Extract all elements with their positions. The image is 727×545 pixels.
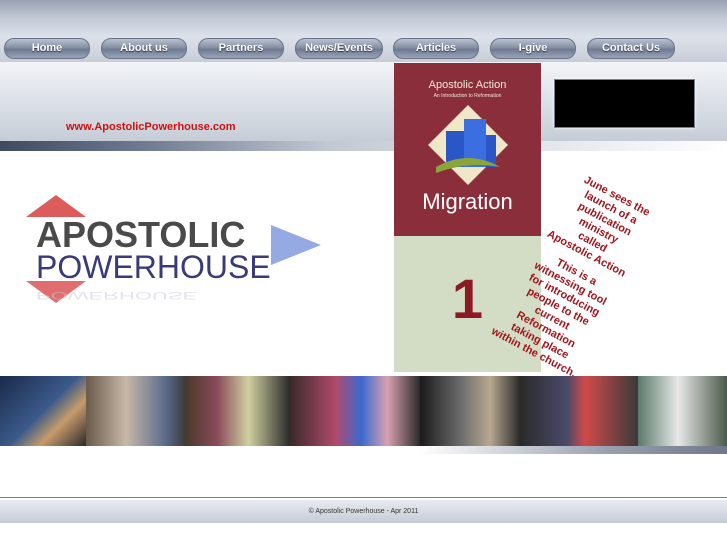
photo-strip bbox=[0, 376, 727, 446]
book-cover[interactable]: Apostolic Action An Introduction to Refo… bbox=[394, 63, 541, 236]
nav-partners-button[interactable]: Partners bbox=[198, 38, 284, 59]
photo-choir bbox=[186, 376, 290, 446]
photo-pulpit bbox=[520, 376, 638, 446]
book-big-word: Migration bbox=[422, 189, 513, 214]
nav-home-button[interactable]: Home bbox=[4, 38, 90, 59]
bottom-margin bbox=[0, 523, 727, 545]
main-nav: Home About us Partners News/Events Artic… bbox=[4, 38, 724, 59]
photo-stage bbox=[290, 376, 420, 446]
apostolic-powerhouse-logo: APOSTOLIC POWERHOUSE POWERHOUSE bbox=[26, 195, 321, 303]
building-icon bbox=[428, 105, 508, 185]
photo-preacher bbox=[0, 376, 86, 446]
photo-audience bbox=[420, 376, 520, 446]
strip-divider bbox=[420, 446, 727, 454]
header-divider bbox=[0, 141, 727, 151]
site-url-link[interactable]: www.ApostolicPowerhouse.com bbox=[66, 121, 236, 133]
logo-line2: POWERHOUSE bbox=[36, 249, 271, 285]
nav-news-button[interactable]: News/Events bbox=[295, 38, 383, 59]
book-title: Apostolic Action bbox=[428, 79, 507, 91]
footer-divider bbox=[0, 497, 727, 498]
ad-banner[interactable] bbox=[554, 79, 695, 128]
nav-articles-button[interactable]: Articles bbox=[393, 38, 479, 59]
logo-reflection: POWERHOUSE bbox=[36, 289, 197, 302]
copyright-text: © Apostolic Powerhouse - Apr 2011 bbox=[308, 508, 419, 515]
nav-about-button[interactable]: About us bbox=[101, 38, 187, 59]
logo-blue-arrow bbox=[271, 225, 321, 265]
book-subtitle: An Introduction to Reformation bbox=[433, 93, 502, 99]
footer: © Apostolic Powerhouse - Apr 2011 bbox=[0, 500, 727, 523]
nav-contact-button[interactable]: Contact Us bbox=[587, 38, 675, 59]
photo-ministers bbox=[638, 376, 727, 446]
nav-igive-button[interactable]: I-give bbox=[490, 38, 576, 59]
photo-congregation bbox=[86, 376, 186, 446]
